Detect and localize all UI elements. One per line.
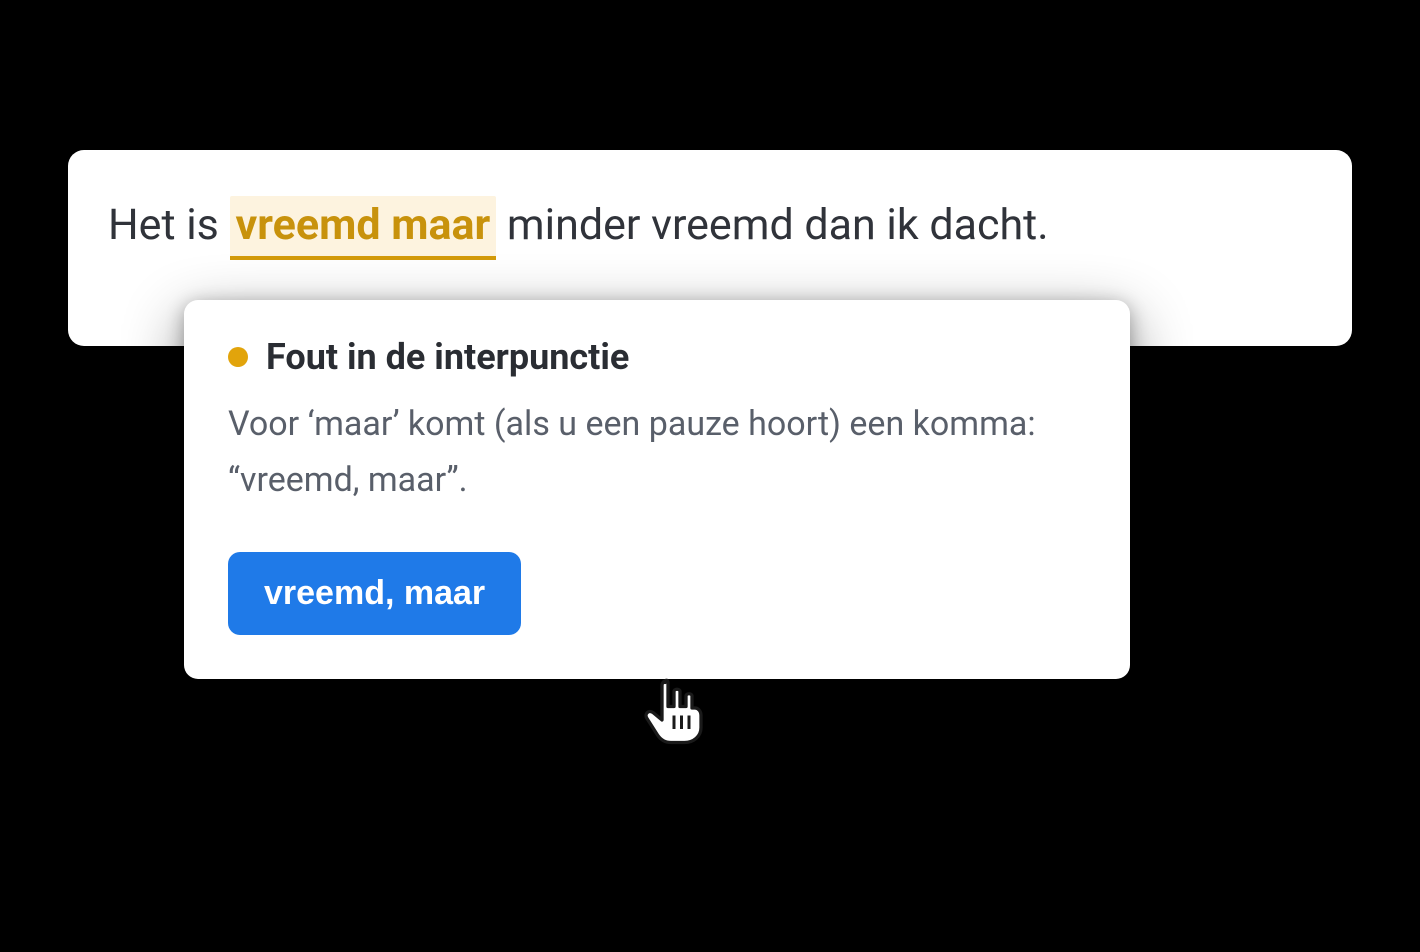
pointer-cursor-icon	[644, 676, 712, 752]
tooltip-title: Fout in de interpunctie	[266, 336, 629, 378]
error-highlight[interactable]: vreemd maar	[230, 196, 497, 260]
sentence-after: minder vreemd dan ik dacht.	[496, 200, 1048, 250]
suggestion-tooltip: Fout in de interpunctie Voor ‘maar’ komt…	[184, 300, 1130, 679]
warning-dot-icon	[228, 347, 248, 367]
apply-suggestion-button[interactable]: vreemd, maar	[228, 552, 521, 635]
sentence-before: Het is	[108, 200, 230, 250]
tooltip-header: Fout in de interpunctie	[228, 336, 1086, 378]
tooltip-description: Voor ‘maar’ komt (als u een pauze hoort)…	[228, 396, 1086, 508]
sentence-text[interactable]: Het is vreemd maar minder vreemd dan ik …	[108, 196, 1312, 260]
